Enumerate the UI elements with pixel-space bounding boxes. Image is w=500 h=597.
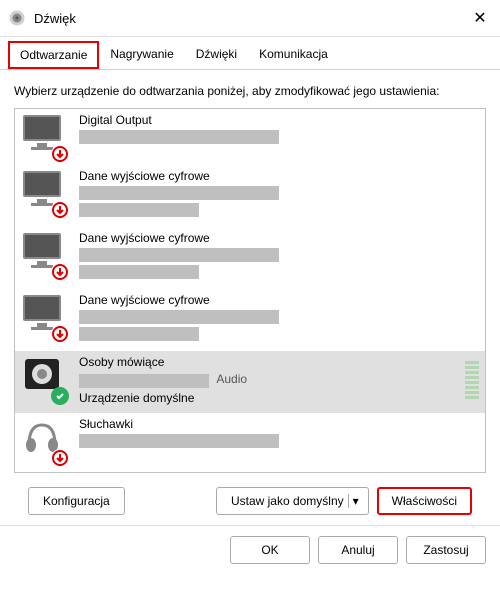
device-info: Dane wyjściowe cyfrowe — [79, 231, 479, 279]
set-default-label: Ustaw jako domyślny — [231, 494, 344, 508]
apply-button[interactable]: Zastosuj — [406, 536, 486, 564]
tab-playback[interactable]: Odtwarzanie — [8, 41, 99, 69]
device-icon-wrap — [21, 355, 69, 403]
device-name: Słuchawki — [79, 417, 479, 431]
instruction-text: Wybierz urządzenie do odtwarzania poniże… — [14, 84, 486, 98]
device-audio-label: Audio — [216, 372, 247, 386]
arrow-down-icon — [51, 449, 69, 467]
level-meter — [465, 355, 479, 401]
device-icon-wrap — [21, 231, 69, 279]
device-name: Digital Output — [79, 113, 479, 127]
device-info: Digital Output — [79, 113, 479, 144]
properties-button[interactable]: Właściwości — [377, 487, 472, 515]
device-info: Dane wyjściowe cyfrowe — [79, 293, 479, 341]
device-subtitle-redacted — [79, 130, 279, 144]
sound-icon — [8, 9, 26, 27]
tab-communication[interactable]: Komunikacja — [248, 41, 339, 69]
ok-button[interactable]: OK — [230, 536, 310, 564]
device-subtitle-redacted — [79, 327, 199, 341]
content-area: Wybierz urządzenie do odtwarzania poniże… — [0, 70, 500, 525]
device-subtitle-redacted — [79, 374, 209, 388]
close-button[interactable]: ✕ — [468, 6, 492, 30]
tab-sounds[interactable]: Dźwięki — [185, 41, 248, 69]
arrow-down-icon — [51, 263, 69, 281]
device-subtitle-redacted — [79, 310, 279, 324]
device-info: Dane wyjściowe cyfrowe — [79, 169, 479, 217]
configure-button[interactable]: Konfiguracja — [28, 487, 125, 515]
set-default-button[interactable]: Ustaw jako domyślny ▾ — [216, 487, 369, 515]
device-row[interactable]: Dane wyjściowe cyfrowe — [15, 289, 485, 351]
device-name: Dane wyjściowe cyfrowe — [79, 231, 479, 245]
arrow-down-icon — [51, 145, 69, 163]
device-subtitle-redacted — [79, 203, 199, 217]
device-status-text: Urządzenie domyślne — [79, 391, 457, 405]
device-list[interactable]: Digital Output Dane wyjściowe cyfrowe Da… — [14, 108, 486, 473]
action-buttons: Konfiguracja Ustaw jako domyślny ▾ Właści… — [14, 473, 486, 525]
device-row[interactable]: Dane wyjściowe cyfrowe — [15, 165, 485, 227]
device-subtitle-redacted — [79, 248, 279, 262]
device-icon-wrap — [21, 113, 69, 161]
check-icon — [51, 387, 69, 405]
device-subtitle-redacted — [79, 186, 279, 200]
window-title: Dźwięk — [34, 11, 468, 26]
device-row-selected[interactable]: Osoby mówiące Audio Urządzenie domyślne — [15, 351, 485, 413]
dialog-buttons: OK Anuluj Zastosuj — [0, 525, 500, 574]
chevron-down-icon: ▾ — [348, 494, 354, 508]
device-icon-wrap — [21, 169, 69, 217]
device-icon-wrap — [21, 293, 69, 341]
cancel-button[interactable]: Anuluj — [318, 536, 398, 564]
device-name: Dane wyjściowe cyfrowe — [79, 169, 479, 183]
device-subtitle-redacted — [79, 265, 199, 279]
titlebar: Dźwięk ✕ — [0, 0, 500, 37]
device-name: Osoby mówiące — [79, 355, 457, 369]
arrow-down-icon — [51, 325, 69, 343]
tab-recording[interactable]: Nagrywanie — [99, 41, 184, 69]
tab-bar: Odtwarzanie Nagrywanie Dźwięki Komunikac… — [0, 37, 500, 70]
device-name: Dane wyjściowe cyfrowe — [79, 293, 479, 307]
device-row[interactable]: Słuchawki — [15, 413, 485, 473]
device-icon-wrap — [21, 417, 69, 465]
device-row[interactable]: Dane wyjściowe cyfrowe — [15, 227, 485, 289]
arrow-down-icon — [51, 201, 69, 219]
device-subtitle-redacted — [79, 434, 279, 448]
device-info: Słuchawki — [79, 417, 479, 448]
device-info: Osoby mówiące Audio Urządzenie domyślne — [79, 355, 457, 405]
device-row[interactable]: Digital Output — [15, 109, 485, 165]
